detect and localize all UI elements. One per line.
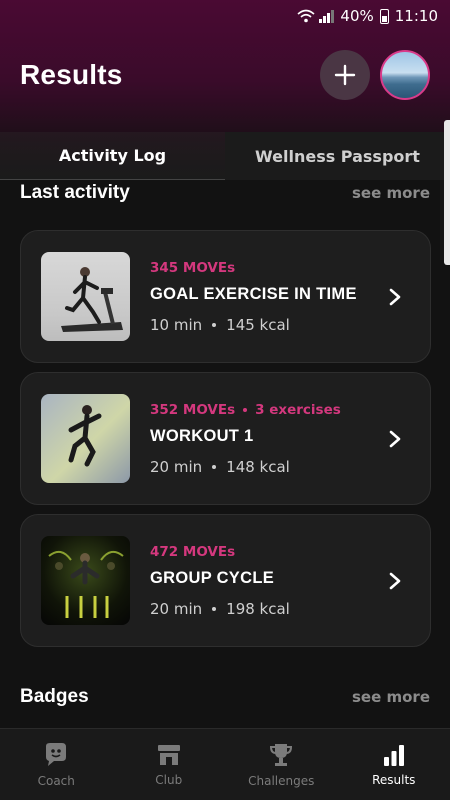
bar-chart-icon [383, 744, 404, 766]
nav-label: Results [372, 772, 416, 787]
see-more-last-activity-link[interactable]: see more [352, 184, 430, 202]
club-icon [157, 744, 180, 765]
chevron-right-icon[interactable] [378, 564, 412, 598]
activity-title: WORKOUT 1 [150, 426, 254, 445]
treadmill-runner-icon [61, 267, 123, 332]
group-cycle-icon [48, 550, 124, 618]
separator-dot [212, 322, 217, 327]
activity-kcal: 145 kcal [226, 315, 290, 334]
badges-header: Badges see more [20, 686, 430, 708]
activity-meta: 20 min 148 kcal [150, 458, 378, 476]
activity-card[interactable]: 345 MOVEs GOAL EXERCISE IN TIME 10 min 1… [20, 230, 431, 363]
moves-count: 472 MOVEs [150, 543, 236, 560]
last-activity-header: Last activity see more [20, 182, 430, 204]
battery-percent: 40% [340, 7, 374, 25]
activity-duration: 10 min [150, 315, 203, 334]
plus-icon [334, 64, 356, 86]
activity-thumbnail [41, 536, 130, 625]
avatar[interactable] [380, 50, 430, 100]
chevron-right-icon[interactable] [378, 280, 412, 314]
activity-meta: 10 min 145 kcal [150, 316, 378, 334]
wifi-icon [297, 9, 315, 23]
page-header: Results [20, 46, 430, 104]
see-more-badges-link[interactable]: see more [352, 688, 430, 706]
signal-icon [319, 9, 335, 23]
activity-duration: 20 min [150, 457, 203, 476]
separator-dot [212, 606, 217, 611]
section-title-badges: Badges [20, 686, 89, 707]
battery-icon [379, 8, 389, 24]
activity-duration: 20 min [150, 599, 203, 618]
chevron-right-icon[interactable] [378, 422, 412, 456]
bottom-navigation: Coach Club Challenges Results [0, 728, 450, 800]
nav-item-challenges[interactable]: Challenges [225, 729, 338, 800]
status-bar: 40% 11:10 [0, 0, 450, 32]
tab-activity-log[interactable]: Activity Log [0, 132, 225, 180]
activity-kcal: 198 kcal [226, 599, 290, 618]
activity-title: GOAL EXERCISE IN TIME [150, 284, 357, 303]
nav-label: Challenges [248, 773, 315, 788]
page-title: Results [20, 59, 123, 90]
separator-dot [212, 464, 217, 469]
separator-dot [243, 407, 248, 412]
jumping-athlete-icon [68, 405, 102, 467]
coach-icon [46, 742, 67, 766]
activity-thumbnail [41, 394, 130, 483]
activity-title: GROUP CYCLE [150, 568, 275, 587]
section-title-last-activity: Last activity [20, 182, 130, 203]
nav-label: Club [155, 772, 183, 787]
moves-count: 345 MOVEs [150, 259, 236, 276]
nav-item-results[interactable]: Results [338, 729, 450, 800]
trophy-icon [270, 743, 293, 766]
nav-item-coach[interactable]: Coach [0, 729, 113, 800]
activity-meta: 20 min 198 kcal [150, 600, 378, 618]
activity-card[interactable]: 352 MOVEs 3 exercises WORKOUT 1 20 min 1… [20, 372, 431, 505]
activity-card[interactable]: 472 MOVEs GROUP CYCLE 20 min 198 kcal [20, 514, 431, 647]
tab-bar: Activity Log Wellness Passport [0, 132, 450, 180]
nav-label: Coach [37, 773, 75, 788]
clock: 11:10 [394, 7, 438, 25]
scrollbar[interactable] [444, 120, 450, 265]
tab-wellness-passport[interactable]: Wellness Passport [225, 132, 450, 180]
activity-kcal: 148 kcal [226, 457, 290, 476]
moves-count: 352 MOVEs 3 exercises [150, 401, 341, 418]
activity-thumbnail [41, 252, 130, 341]
exercise-count: 3 exercises [255, 401, 341, 418]
nav-item-club[interactable]: Club [113, 729, 226, 800]
add-button[interactable] [320, 50, 370, 100]
